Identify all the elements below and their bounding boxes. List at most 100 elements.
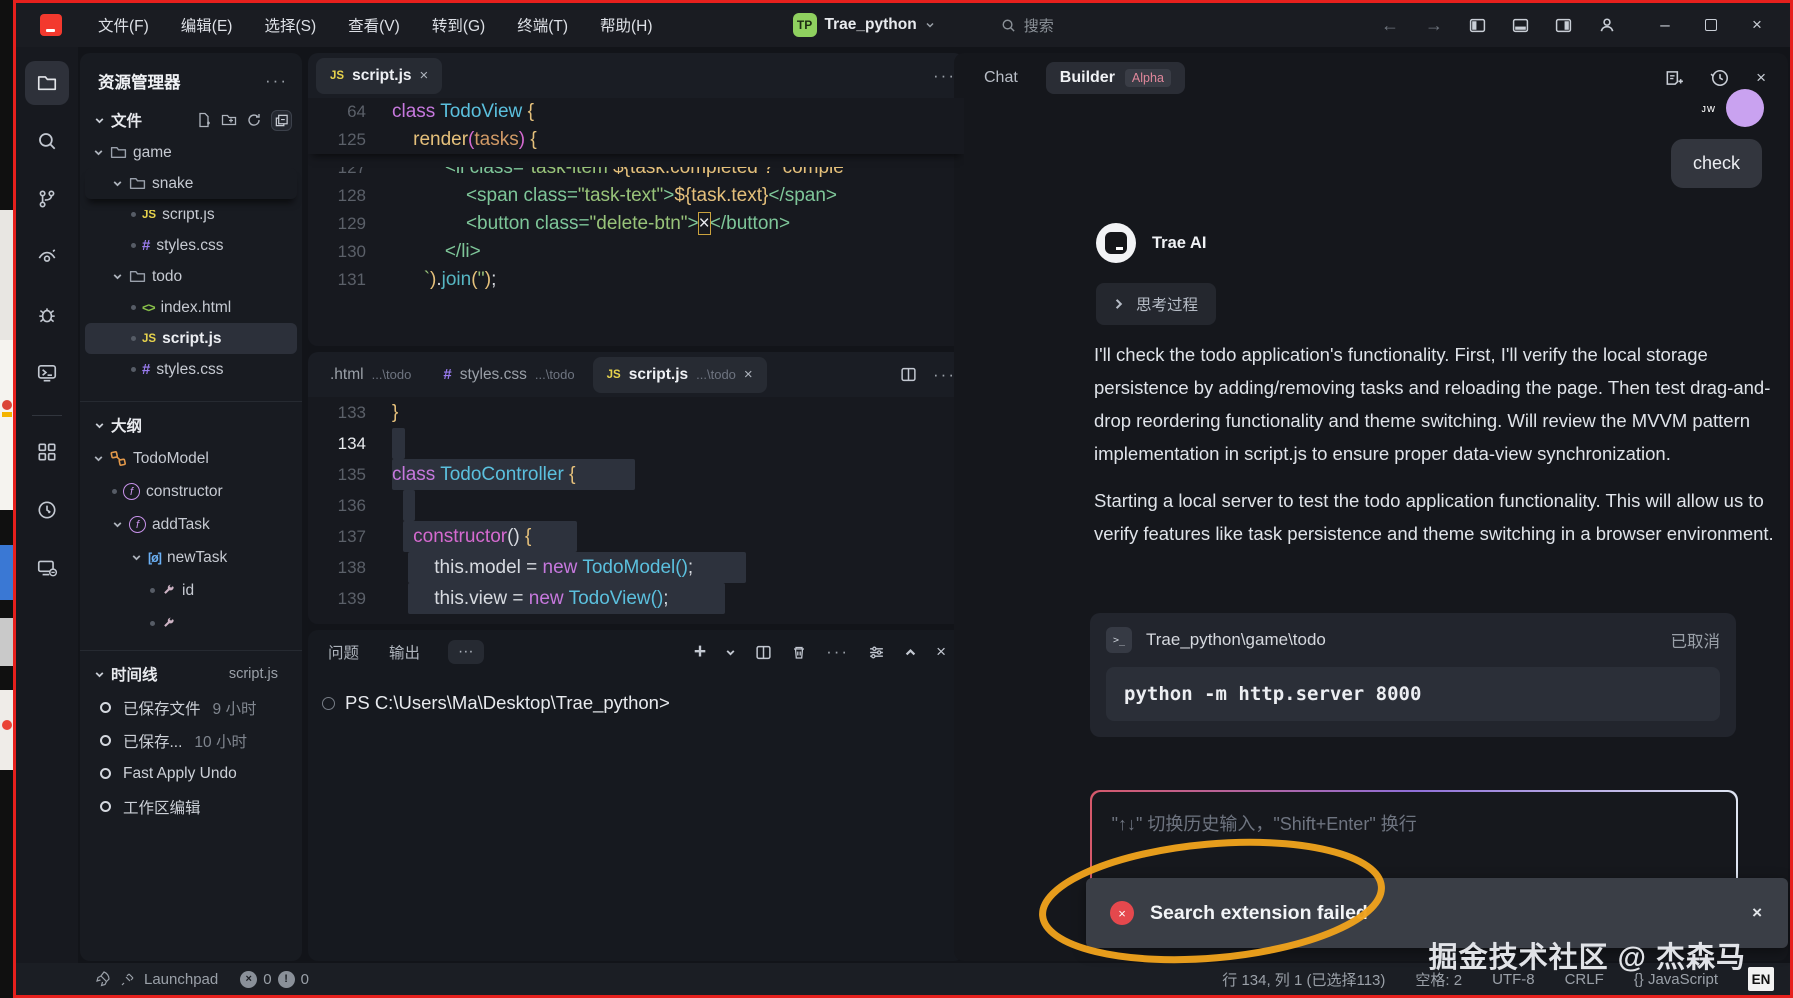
tree-item-index.html[interactable]: <>index.html bbox=[85, 292, 297, 323]
account-icon[interactable] bbox=[1598, 16, 1616, 34]
tab-scriptjs-todo[interactable]: JSscript.js...\todo× bbox=[593, 357, 767, 393]
close-chat-icon[interactable]: × bbox=[1756, 68, 1766, 88]
panel-more-tabs-icon[interactable]: ··· bbox=[448, 640, 484, 664]
tree-item-todo[interactable]: todo bbox=[85, 261, 297, 292]
line-number: 131 bbox=[308, 266, 392, 294]
chevron-down-icon bbox=[94, 669, 105, 680]
activity-divider bbox=[32, 415, 62, 416]
menu-终端(T)[interactable]: 终端(T) bbox=[503, 9, 582, 41]
minimize-button[interactable]: – bbox=[1642, 5, 1688, 45]
close-panel-icon[interactable]: × bbox=[936, 642, 946, 662]
timeline-item-工作区编辑[interactable]: 工作区编辑 bbox=[80, 790, 302, 823]
new-folder-icon[interactable] bbox=[221, 112, 237, 128]
outline-item-addTask[interactable]: faddTask bbox=[85, 508, 297, 541]
panel-more-icon[interactable]: ··· bbox=[826, 642, 849, 662]
tree-item-snake[interactable]: snake bbox=[85, 168, 297, 199]
outline-item-newTask[interactable]: [ø]newTask bbox=[85, 541, 297, 574]
menu-帮助(H)[interactable]: 帮助(H) bbox=[586, 9, 667, 41]
tab-output[interactable]: 输出 bbox=[387, 637, 422, 667]
tree-item-script.js[interactable]: JSscript.js bbox=[85, 199, 297, 230]
nav-back-icon[interactable]: ← bbox=[1381, 15, 1399, 36]
outline-item-constructor[interactable]: fconstructor bbox=[85, 475, 297, 508]
maximize-panel-icon[interactable] bbox=[904, 646, 917, 659]
activity-history-icon[interactable] bbox=[25, 488, 69, 532]
code-text: </li> bbox=[445, 238, 481, 266]
menu-查看(V)[interactable]: 查看(V) bbox=[334, 9, 414, 41]
split-terminal-icon[interactable] bbox=[755, 644, 772, 661]
thinking-process-toggle[interactable]: 思考过程 bbox=[1096, 283, 1216, 325]
new-file-icon[interactable] bbox=[196, 112, 212, 128]
tab-builder[interactable]: Builder Alpha bbox=[1046, 62, 1185, 94]
tab-stylescss-todo[interactable]: #styles.css...\todo bbox=[429, 357, 588, 393]
dismiss-notification-icon[interactable]: × bbox=[1752, 903, 1762, 923]
launchpad-label[interactable]: Launchpad bbox=[144, 971, 218, 988]
maximize-button[interactable] bbox=[1688, 5, 1734, 45]
menu-选择(S)[interactable]: 选择(S) bbox=[250, 9, 330, 41]
editor2-more-icon[interactable]: ··· bbox=[933, 365, 956, 385]
ime-indicator[interactable]: EN bbox=[1748, 967, 1774, 991]
files-section-header[interactable]: 文件 bbox=[80, 99, 302, 137]
activity-debug-icon[interactable] bbox=[25, 293, 69, 337]
menu-编辑(E)[interactable]: 编辑(E) bbox=[167, 9, 247, 41]
tree-item-script.js[interactable]: JSscript.js bbox=[85, 323, 297, 354]
close-tab-icon[interactable]: × bbox=[744, 366, 753, 383]
nav-forward-icon[interactable]: → bbox=[1425, 15, 1443, 36]
editor1-code[interactable]: 64class TodoView {125render(tasks) { 127… bbox=[308, 98, 964, 346]
timeline-item-已保存文件[interactable]: 已保存文件9 小时 bbox=[80, 691, 302, 724]
toggle-left-sidebar-icon[interactable] bbox=[1469, 17, 1486, 34]
outline-item-label: id bbox=[182, 582, 194, 600]
outline-section-header[interactable]: 大纲 bbox=[80, 406, 302, 442]
menu-bar: 文件(F)编辑(E)选择(S)查看(V)转到(G)终端(T)帮助(H) bbox=[84, 9, 667, 41]
tab-chat[interactable]: Chat bbox=[984, 69, 1018, 87]
timeline-item-Fast Apply Undo[interactable]: Fast Apply Undo bbox=[80, 757, 302, 790]
global-search[interactable]: 搜索 bbox=[1001, 15, 1054, 36]
terminal-content[interactable]: PS C:\Users\Ma\Desktop\Trae_python> bbox=[322, 692, 964, 714]
explorer-sidebar: 资源管理器 ··· 文件 gamesnakeJSscript.js#styles… bbox=[80, 53, 302, 961]
collapse-all-button[interactable] bbox=[271, 110, 292, 131]
new-terminal-icon[interactable]: + bbox=[694, 640, 706, 664]
chat-history-icon[interactable] bbox=[1710, 68, 1730, 88]
outline-item-partial[interactable] bbox=[85, 607, 297, 640]
activity-terminal-icon[interactable] bbox=[25, 351, 69, 395]
editor1-more-icon[interactable]: ··· bbox=[933, 66, 956, 86]
activity-remote-icon[interactable] bbox=[25, 546, 69, 590]
close-tab-icon[interactable]: × bbox=[420, 67, 429, 84]
code-line-138: 138this.model = new TodoModel(); bbox=[308, 552, 964, 583]
sidebar-divider bbox=[80, 401, 302, 402]
outline-item-id[interactable]: id bbox=[85, 574, 297, 607]
tab-script-js[interactable]: JS script.js × bbox=[316, 58, 442, 94]
activity-source-control-icon[interactable] bbox=[25, 177, 69, 221]
tab-problems[interactable]: 问题 bbox=[326, 637, 361, 667]
menu-文件(F)[interactable]: 文件(F) bbox=[84, 9, 163, 41]
toggle-bottom-panel-icon[interactable] bbox=[1512, 17, 1529, 34]
tab-html-todo[interactable]: .html...\todo bbox=[316, 357, 425, 393]
tab-label: script.js bbox=[629, 366, 688, 384]
trash-icon[interactable] bbox=[791, 644, 807, 661]
split-editor-icon[interactable] bbox=[900, 366, 917, 383]
outline-item-TodoModel[interactable]: TodoModel bbox=[85, 442, 297, 475]
activity-search-icon[interactable] bbox=[25, 119, 69, 163]
sidebar-divider bbox=[80, 650, 302, 651]
activity-extensions-icon[interactable] bbox=[25, 430, 69, 474]
new-chat-icon[interactable] bbox=[1664, 68, 1684, 88]
activity-review-eye-icon[interactable] bbox=[25, 235, 69, 279]
project-switcher[interactable]: TP Trae_python bbox=[783, 9, 945, 41]
toggle-right-sidebar-icon[interactable] bbox=[1555, 17, 1572, 34]
close-window-button[interactable]: × bbox=[1734, 5, 1780, 45]
timeline-item-已保存...[interactable]: 已保存...10 小时 bbox=[80, 724, 302, 757]
terminal-dropdown-icon[interactable] bbox=[725, 647, 736, 658]
timeline-section-header[interactable]: 时间线 script.js bbox=[80, 655, 302, 691]
tree-item-styles.css[interactable]: #styles.css bbox=[85, 354, 297, 385]
menu-转到(G)[interactable]: 转到(G) bbox=[418, 9, 499, 41]
app-logo-icon[interactable] bbox=[40, 14, 62, 36]
desktop-keyboard-icon-fragment bbox=[0, 618, 13, 666]
explorer-more-icon[interactable]: ··· bbox=[265, 71, 288, 91]
refresh-icon[interactable] bbox=[246, 112, 262, 128]
problems-status[interactable]: ×0 !0 bbox=[240, 971, 309, 988]
editor2-code[interactable]: 133}134135class TodoController {136137co… bbox=[308, 397, 964, 624]
titlebar-actions: ← → – × bbox=[1381, 5, 1780, 45]
filter-settings-icon[interactable] bbox=[868, 644, 885, 661]
activity-explorer-icon[interactable] bbox=[25, 61, 69, 105]
tree-item-styles.css[interactable]: #styles.css bbox=[85, 230, 297, 261]
tree-item-game[interactable]: game bbox=[85, 137, 297, 168]
